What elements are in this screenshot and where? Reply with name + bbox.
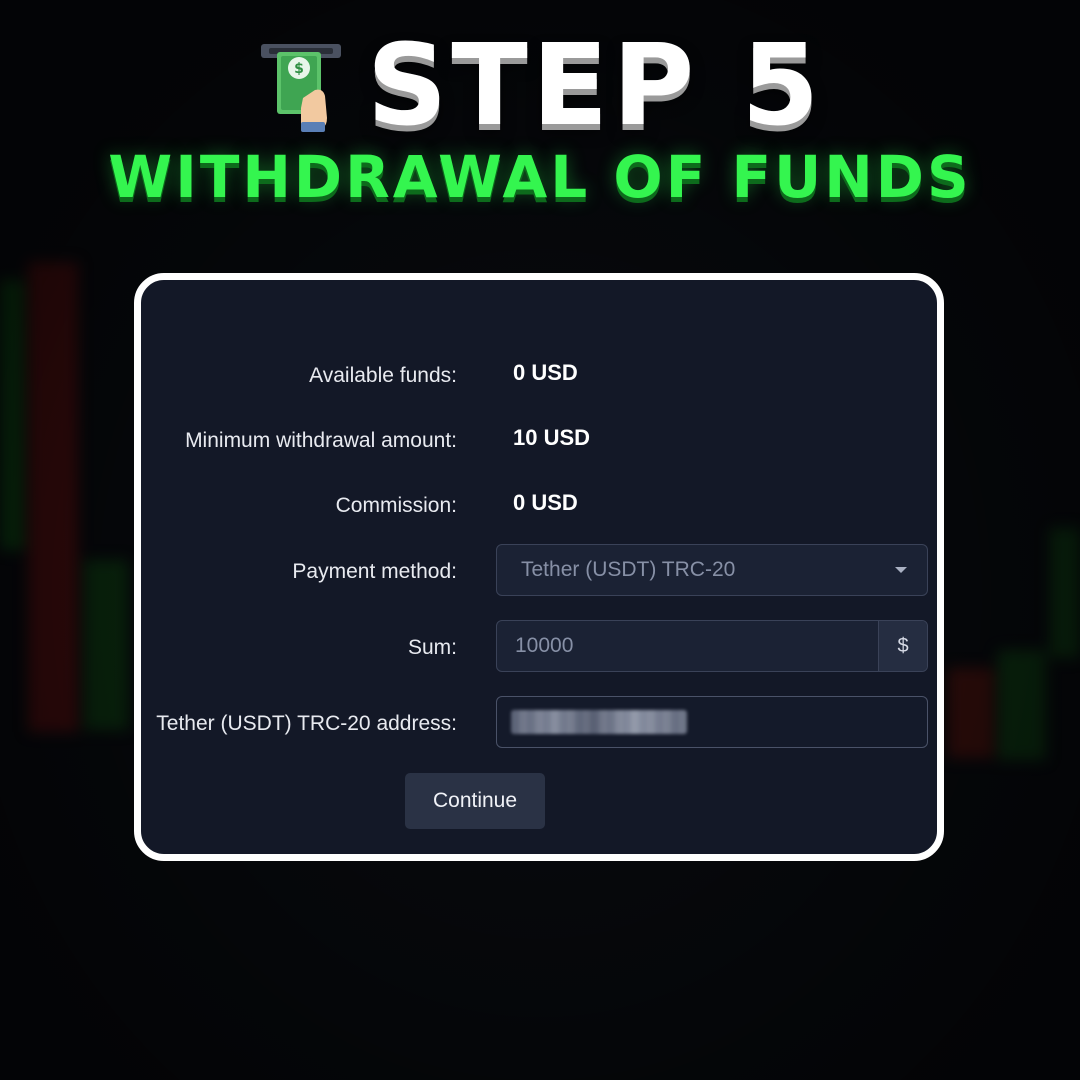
svg-text:$: $ xyxy=(294,61,304,77)
withdrawal-panel: Available funds: 0 USD Minimum withdrawa… xyxy=(134,273,944,861)
available-funds-label: Available funds: xyxy=(309,364,457,387)
commission-value: 0 USD xyxy=(513,490,578,515)
sum-label: Sum: xyxy=(407,636,457,659)
address-label: Tether (USDT) TRC-20 address: xyxy=(156,712,457,735)
header: $ STEP 5 xyxy=(0,30,1080,142)
address-input[interactable] xyxy=(496,696,928,748)
redacted-address xyxy=(511,710,687,734)
payment-method-label: Payment method: xyxy=(292,560,457,583)
continue-button[interactable]: Continue xyxy=(405,773,545,829)
atm-cash-withdrawal-icon: $ xyxy=(260,44,341,132)
sum-input[interactable]: 10000 $ xyxy=(496,620,928,672)
payment-method-selected: Tether (USDT) TRC-20 xyxy=(521,558,736,581)
currency-addon: $ xyxy=(878,621,927,671)
chevron-down-icon xyxy=(895,567,907,573)
available-funds-value: 0 USD xyxy=(513,360,578,385)
page-subtitle: WITHDRAWAL OF FUNDS xyxy=(108,143,972,211)
minimum-withdrawal-label: Minimum withdrawal amount: xyxy=(185,429,457,452)
commission-label: Commission: xyxy=(335,494,457,517)
step-title: STEP 5 xyxy=(366,21,824,151)
payment-method-select[interactable]: Tether (USDT) TRC-20 xyxy=(496,544,928,596)
minimum-withdrawal-value: 10 USD xyxy=(513,425,591,450)
sum-value: 10000 xyxy=(515,634,574,657)
